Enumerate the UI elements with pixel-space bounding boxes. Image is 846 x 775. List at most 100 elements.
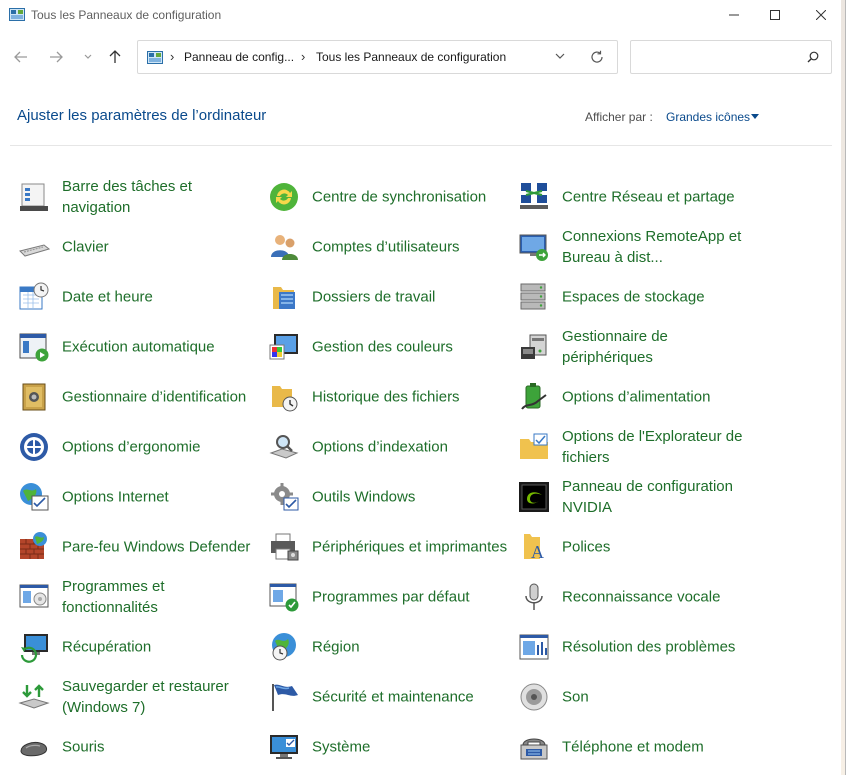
item-autoplay[interactable]: Exécution automatique <box>18 322 258 372</box>
view-by-dropdown[interactable]: Grandes icônes <box>666 110 750 124</box>
maximize-icon <box>770 10 780 20</box>
item-mouse[interactable]: Souris <box>18 722 258 772</box>
address-bar[interactable]: › Panneau de config... › Tous les Pannea… <box>137 40 618 74</box>
item-taskbar[interactable]: Barre des tâches et navigation <box>18 172 258 222</box>
item-recovery[interactable]: Récupération <box>18 622 258 672</box>
close-button[interactable] <box>798 0 844 30</box>
item-label: Pare-feu Windows Defender <box>62 538 251 556</box>
item-label: Périphériques et imprimantes <box>312 538 508 556</box>
item-label: Récupération <box>62 638 152 656</box>
chevron-down-icon <box>84 54 92 59</box>
item-speech-recognition[interactable]: Reconnaissance vocale <box>518 572 758 622</box>
item-network-sharing[interactable]: Centre Réseau et partage <box>518 172 758 222</box>
maximize-button[interactable] <box>752 0 798 30</box>
system-icon <box>270 735 298 759</box>
troubleshoot-icon <box>519 634 549 660</box>
forward-button[interactable] <box>44 45 68 69</box>
item-nvidia[interactable]: Panneau de configuration NVIDIA <box>518 472 758 522</box>
item-label: Historique des fichiers <box>312 388 460 406</box>
fonts-icon: A <box>524 534 544 562</box>
item-remoteapp[interactable]: Connexions RemoteApp et Bureau à dist... <box>518 222 758 272</box>
svg-text:A: A <box>531 542 544 562</box>
item-devices-printers[interactable]: Périphériques et imprimantes <box>268 522 508 572</box>
autoplay-icon <box>19 333 49 362</box>
control-panel-icon <box>9 8 25 21</box>
item-sound[interactable]: Son <box>518 672 758 722</box>
file-history-icon <box>272 386 298 412</box>
item-label: Région <box>312 638 360 656</box>
indexing-icon <box>269 435 299 459</box>
sync-center-icon <box>270 183 298 211</box>
phone-modem-icon <box>520 738 548 760</box>
chevron-down-icon[interactable] <box>555 53 565 60</box>
search-box[interactable] <box>630 40 832 74</box>
item-indexing-options[interactable]: Options d’indexation <box>268 422 508 472</box>
work-folders-icon <box>273 287 295 309</box>
item-label: Barre des tâches et navigation <box>62 178 193 216</box>
page-title: Ajuster les paramètres de l’ordinateur <box>17 107 267 124</box>
item-label: Options d’indexation <box>312 438 448 456</box>
up-button[interactable] <box>103 45 127 69</box>
item-label: Dossiers de travail <box>312 288 436 306</box>
item-credential-manager[interactable]: Gestionnaire d’identification <box>18 372 258 422</box>
item-troubleshooting[interactable]: Résolution des problèmes <box>518 622 758 672</box>
caret-down-icon[interactable] <box>751 114 759 119</box>
recent-locations-button[interactable] <box>76 45 100 69</box>
item-label: Options de l'Explorateur de fichiers <box>562 428 743 466</box>
item-label: Résolution des problèmes <box>562 638 736 656</box>
back-button[interactable] <box>9 45 33 69</box>
item-label: Sauvegarder et restaurer (Windows 7) <box>62 678 229 716</box>
microphone-icon <box>525 583 543 610</box>
calendar-clock-icon <box>19 282 49 310</box>
item-firewall[interactable]: Pare-feu Windows Defender <box>18 522 258 572</box>
item-fonts[interactable]: A Polices <box>518 522 758 572</box>
users-icon <box>271 235 298 260</box>
item-keyboard[interactable]: Clavier <box>18 222 258 272</box>
window-title: Tous les Panneaux de configuration <box>31 8 222 22</box>
item-label: Date et heure <box>62 288 153 306</box>
item-user-accounts[interactable]: Comptes d’utilisateurs <box>268 222 508 272</box>
item-device-manager[interactable]: Gestionnaire de périphériques <box>518 322 758 372</box>
item-work-folders[interactable]: Dossiers de travail <box>268 272 508 322</box>
item-backup-restore[interactable]: Sauvegarder et restaurer (Windows 7) <box>18 672 258 722</box>
item-power-options[interactable]: Options d’alimentation <box>518 372 758 422</box>
breadcrumb-control-panel[interactable]: Panneau de config... <box>184 50 294 64</box>
search-icon <box>807 51 819 63</box>
item-color-management[interactable]: Gestion des couleurs <box>268 322 508 372</box>
close-icon <box>816 10 826 20</box>
item-label: Comptes d’utilisateurs <box>312 238 460 256</box>
minimize-button[interactable] <box>711 0 757 30</box>
item-label: Reconnaissance vocale <box>562 588 721 606</box>
remoteapp-icon <box>519 234 548 261</box>
minimize-icon <box>729 14 739 16</box>
item-security-maintenance[interactable]: Sécurité et maintenance <box>268 672 508 722</box>
item-file-history[interactable]: Historique des fichiers <box>268 372 508 422</box>
item-label: Exécution automatique <box>62 338 215 356</box>
item-sync-center[interactable]: Centre de synchronisation <box>268 172 508 222</box>
item-phone-modem[interactable]: Téléphone et modem <box>518 722 758 772</box>
internet-options-icon <box>20 483 49 511</box>
item-storage-spaces[interactable]: Espaces de stockage <box>518 272 758 322</box>
item-label: Téléphone et modem <box>562 738 704 756</box>
item-date-time[interactable]: Date et heure <box>18 272 258 322</box>
item-label: Souris <box>62 738 105 756</box>
item-internet-options[interactable]: Options Internet <box>18 472 258 522</box>
item-region[interactable]: Région <box>268 622 508 672</box>
printer-icon <box>271 533 299 561</box>
item-explorer-options[interactable]: Options de l'Explorateur de fichiers <box>518 422 758 472</box>
item-default-programs[interactable]: Programmes par défaut <box>268 572 508 622</box>
title-bar[interactable]: Tous les Panneaux de configuration <box>0 0 845 30</box>
explorer-options-icon <box>520 433 548 459</box>
item-label: Outils Windows <box>312 488 416 506</box>
speaker-icon <box>520 683 548 711</box>
breadcrumb-separator-icon: › <box>170 49 175 64</box>
breadcrumb-all-items[interactable]: Tous les Panneaux de configuration <box>316 50 506 64</box>
network-icon <box>520 183 548 209</box>
item-programs-features[interactable]: Programmes et fonctionnalités <box>18 572 258 622</box>
item-label: Gestionnaire de périphériques <box>562 328 668 366</box>
item-ease-of-access[interactable]: Options d’ergonomie <box>18 422 258 472</box>
taskbar-icon <box>20 183 48 211</box>
item-windows-tools[interactable]: Outils Windows <box>268 472 508 522</box>
item-system[interactable]: Système <box>268 722 508 772</box>
refresh-icon[interactable] <box>590 50 604 64</box>
